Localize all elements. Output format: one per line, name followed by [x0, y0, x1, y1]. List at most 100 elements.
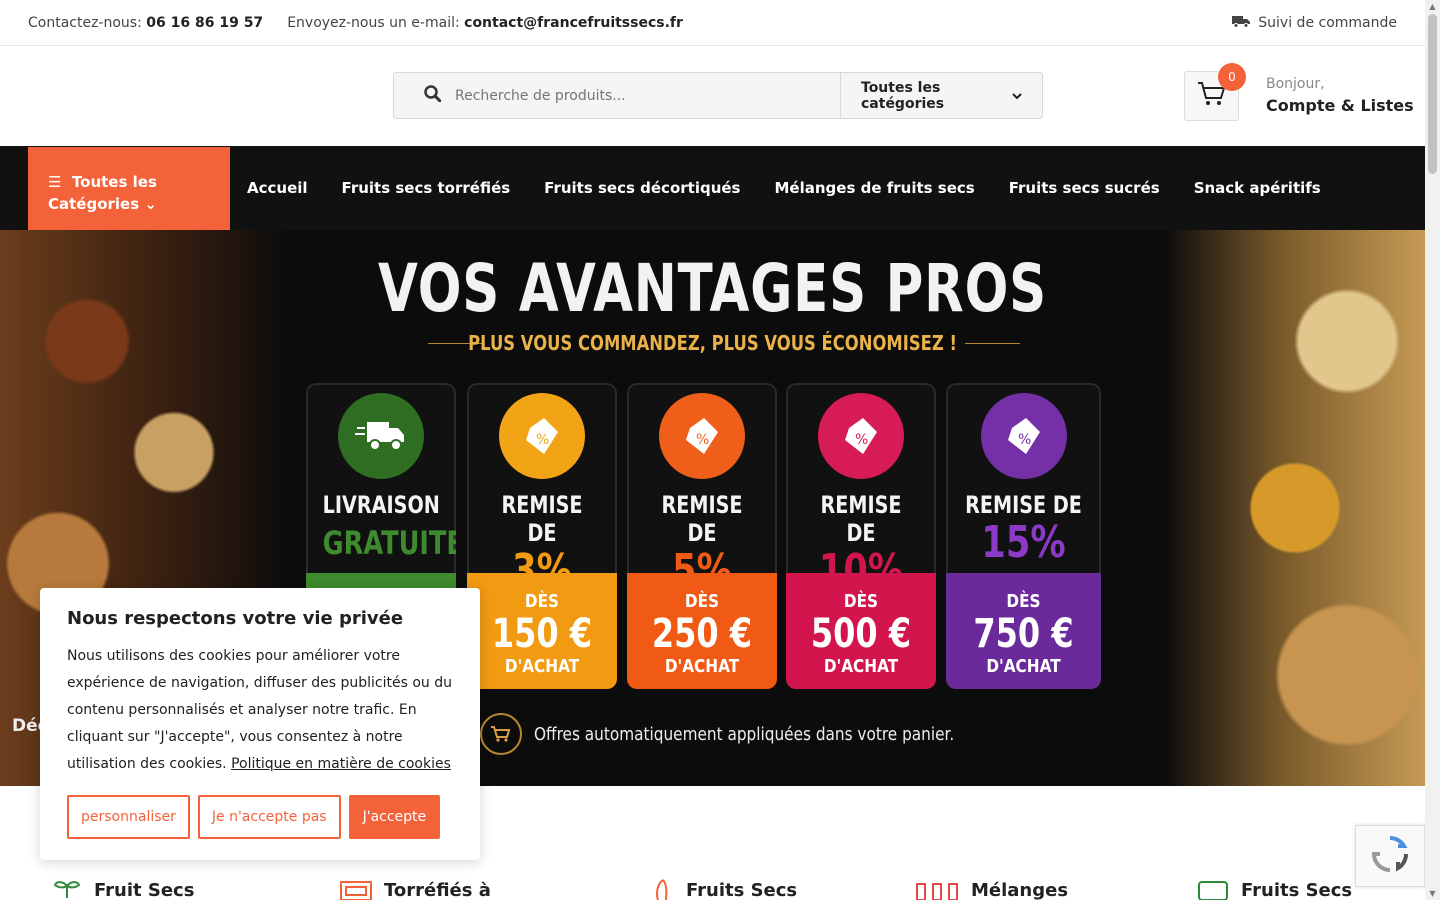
customize-button[interactable]: personnaliser: [67, 795, 190, 839]
card-top: % REMISE DE 15%: [946, 383, 1101, 573]
card-top: % REMISE DE 5%: [627, 383, 777, 595]
card-line1: REMISE DE: [820, 491, 902, 547]
nut-icon: [652, 876, 674, 900]
category-item[interactable]: Fruits Secs: [1197, 876, 1352, 900]
search-field: [394, 73, 840, 118]
truck-icon: [338, 393, 424, 479]
card-line1: REMISE DE: [501, 491, 583, 547]
card-amount: 750 €: [973, 611, 1074, 657]
account-menu[interactable]: Bonjour, Compte & Listes: [1266, 76, 1414, 115]
nav-item-accueil[interactable]: Accueil: [247, 179, 308, 197]
card-bottom: DÈS 150 € D'ACHAT: [467, 573, 617, 689]
card-bottom: DÈS 250 € D'ACHAT: [627, 573, 777, 689]
category-item[interactable]: Mélanges: [915, 876, 1068, 900]
cookie-consent-dialog: Nous respectons votre vie privée Nous ut…: [40, 588, 480, 860]
header: Toutes les catégories 0 Bonjour, Compte …: [0, 46, 1425, 146]
nav-item-melanges[interactable]: Mélanges de fruits secs: [774, 179, 974, 197]
card-line2: 3%: [512, 545, 572, 596]
page-scrollbar[interactable]: ▲ ▼: [1425, 0, 1440, 900]
card-line1: LIVRAISON: [322, 491, 440, 519]
card-des: DÈS: [843, 591, 879, 612]
nav-item-decortiques[interactable]: Fruits secs décortiqués: [544, 179, 740, 197]
search-input[interactable]: [455, 87, 815, 104]
svg-text:%: %: [696, 432, 709, 448]
email-link[interactable]: contact@francefruitssecs.fr: [464, 15, 683, 31]
price-tag-icon: %: [980, 393, 1067, 479]
recaptcha-badge[interactable]: [1355, 825, 1425, 887]
advantage-card-10: % REMISE DE 10% DÈS 500 € D'ACHAT: [786, 383, 936, 689]
all-categories-button[interactable]: ☰ Toutes les Catégories ⌄: [28, 146, 230, 230]
phone-number[interactable]: 06 16 86 19 57: [146, 15, 263, 31]
price-tag-icon: %: [818, 393, 904, 479]
offer-note: Offres automatiquement appliquées dans v…: [480, 708, 1040, 760]
card-des: DÈS: [524, 591, 560, 612]
advantage-card-15: % REMISE DE 15% DÈS 750 € D'ACHAT: [946, 383, 1101, 689]
recaptcha-icon: [1370, 834, 1410, 878]
cookie-text: Nous utilisons des cookies pour améliore…: [67, 643, 453, 778]
scroll-up-icon[interactable]: ▲: [1428, 2, 1437, 11]
nav-item-sucres[interactable]: Fruits secs sucrés: [1009, 179, 1160, 197]
cookie-policy-link[interactable]: Politique en matière de cookies: [231, 756, 451, 772]
offer-text: Offres automatiquement appliquées dans v…: [534, 723, 955, 745]
nav-item-snack[interactable]: Snack apéritifs: [1194, 179, 1321, 197]
banner-subtitle: PLUS VOUS COMMANDEZ, PLUS VOUS ÉCONOMISE…: [468, 331, 957, 355]
cart-icon: [480, 713, 522, 755]
card-amount: 500 €: [810, 611, 912, 657]
card-achat: D'ACHAT: [504, 656, 580, 677]
category-item[interactable]: Fruit Secs: [52, 876, 194, 900]
card-des: DÈS: [684, 591, 720, 612]
category-select[interactable]: Toutes les catégories: [840, 73, 1042, 118]
hamburger-icon: ☰: [48, 172, 62, 191]
card-line1: REMISE DE: [661, 491, 743, 547]
svg-text:%: %: [1018, 432, 1031, 448]
chevron-down-icon: ⌄: [144, 194, 157, 213]
plant-icon: [52, 876, 82, 900]
category-select-label: Toutes les catégories: [861, 79, 945, 112]
order-tracking-link[interactable]: Suivi de commande: [1232, 14, 1397, 32]
cookie-title: Nous respectons votre vie privée: [67, 608, 404, 629]
order-tracking-label: Suivi de commande: [1258, 14, 1397, 31]
email-label: Envoyez-nous un e-mail:: [287, 14, 460, 31]
price-tag-icon: %: [659, 393, 745, 479]
cookie-buttons: personnaliser Je n'accepte pas J'accepte: [67, 795, 441, 839]
cart-button[interactable]: 0: [1184, 63, 1246, 121]
card-amount: 150 €: [491, 611, 593, 657]
card-line2: 5%: [672, 545, 732, 596]
reject-button[interactable]: Je n'accepte pas: [197, 795, 341, 839]
box-icon: [1197, 876, 1229, 900]
account-greeting: Bonjour,: [1266, 76, 1325, 92]
nav-item-torrefies[interactable]: Fruits secs torréfiés: [342, 179, 511, 197]
card-line2: GRATUITE: [322, 524, 456, 562]
contact-label: Contactez-nous:: [28, 14, 142, 31]
card-line2: 15%: [981, 517, 1066, 568]
card-bottom: DÈS 750 € D'ACHAT: [946, 573, 1101, 689]
accept-button[interactable]: J'accepte: [348, 795, 441, 839]
scroll-down-icon[interactable]: ▼: [1428, 889, 1437, 898]
chevron-down-icon: [1012, 88, 1022, 104]
all-categories-label-1: Toutes les: [71, 172, 157, 191]
svg-text:%: %: [855, 432, 868, 448]
category-label: Fruits Secs: [686, 879, 798, 900]
account-label: Compte & Listes: [1266, 96, 1414, 115]
banner-title: VOS AVANTAGES PROS: [378, 250, 1047, 327]
svg-text:%: %: [536, 432, 549, 448]
card-achat: D'ACHAT: [664, 656, 740, 677]
category-label: Fruits Secs: [1241, 879, 1353, 900]
all-categories-label-2: Catégories: [48, 194, 140, 213]
category-item[interactable]: Fruits Secs: [652, 876, 797, 900]
card-achat: D'ACHAT: [986, 656, 1061, 677]
oven-icon: [340, 876, 372, 900]
contact-email: Envoyez-nous un e-mail: contact@francefr…: [287, 15, 683, 31]
category-item[interactable]: Torréfiés à: [340, 876, 491, 900]
card-line2: 10%: [818, 545, 904, 596]
cart-count-badge: 0: [1218, 63, 1246, 91]
search-icon[interactable]: [424, 85, 442, 106]
scrollbar-thumb[interactable]: [1428, 14, 1437, 174]
advantage-card-3: % REMISE DE 3% DÈS 150 € D'ACHAT: [467, 383, 617, 689]
card-amount: 250 €: [651, 611, 753, 657]
advantage-card-5: % REMISE DE 5% DÈS 250 € D'ACHAT: [627, 383, 777, 689]
search-bar: Toutes les catégories: [393, 72, 1043, 119]
main-nav: ☰ Toutes les Catégories ⌄ Accueil Fruits…: [0, 146, 1425, 230]
category-label: Fruit Secs: [94, 879, 195, 900]
card-top: % REMISE DE 3%: [467, 383, 617, 595]
